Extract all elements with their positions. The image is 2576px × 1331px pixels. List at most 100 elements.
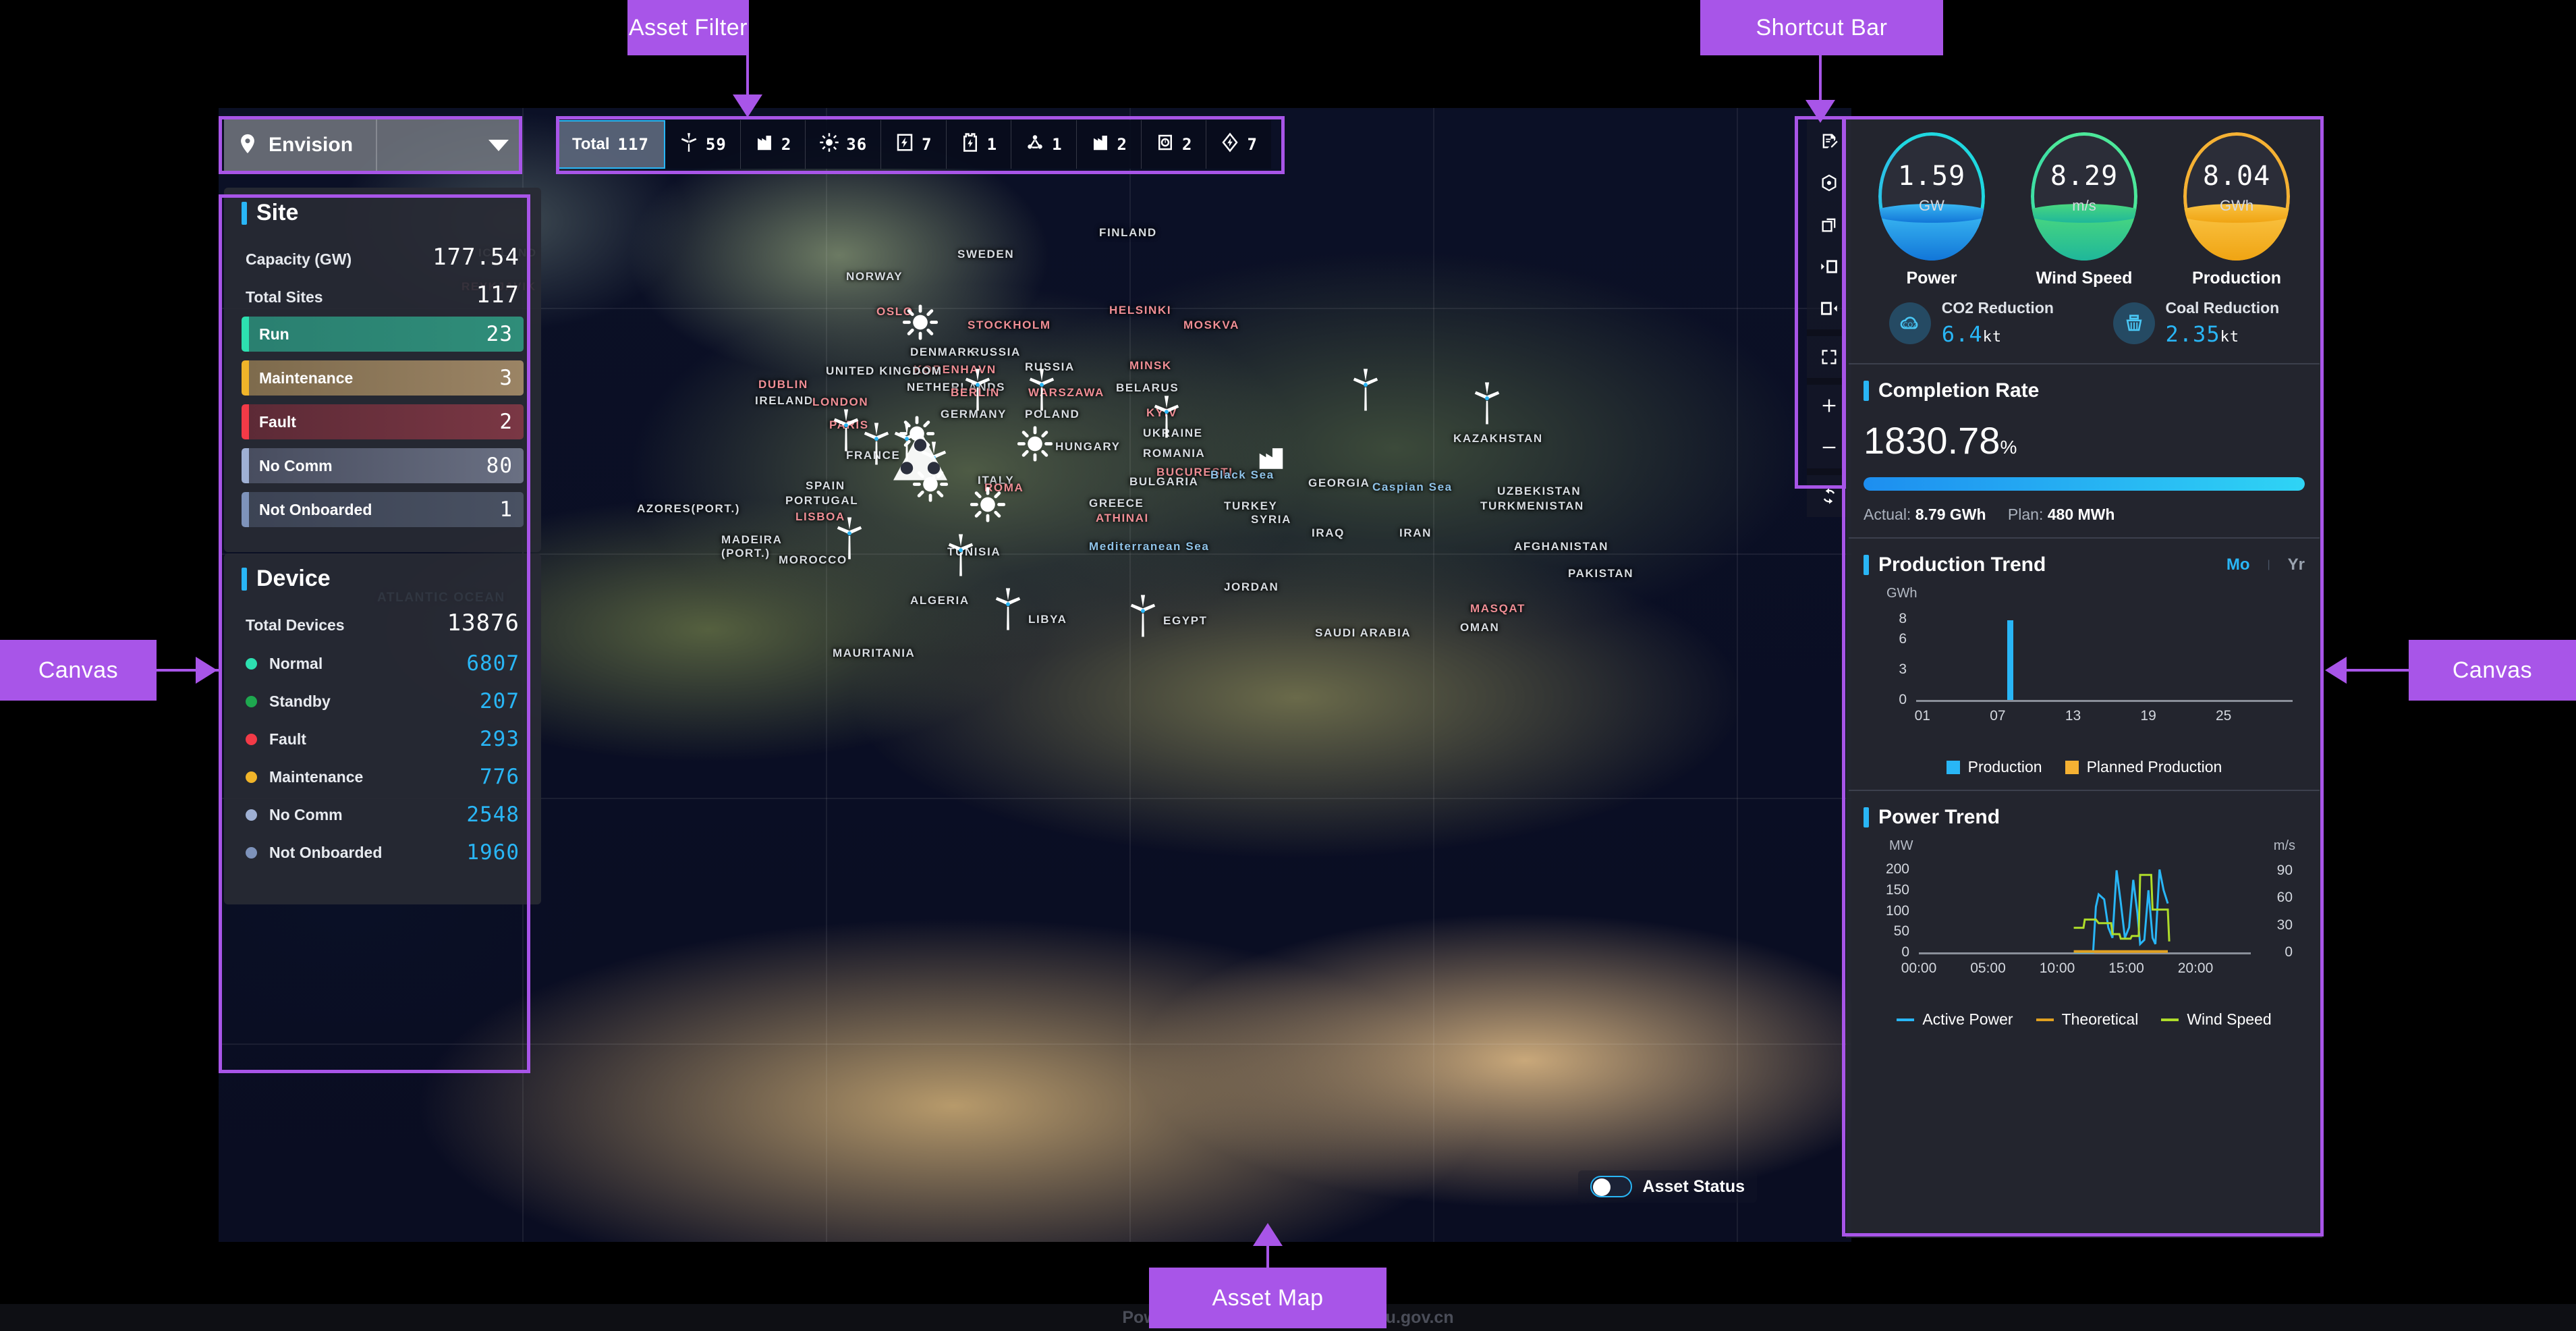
site-status-label: Not Onboarded: [259, 501, 372, 519]
map-label: HUNGARY: [1055, 440, 1121, 454]
production-range-year[interactable]: Yr: [2288, 555, 2305, 574]
production-trend-chart: GWh03680107131925: [1864, 586, 2305, 731]
asset-filter-item-storage[interactable]: 7: [881, 120, 946, 169]
shortcut-bar[interactable]: [1807, 120, 1851, 517]
annotation-canvas-right-arrow: [2325, 657, 2347, 684]
annotation-canvas-left-arrow: [196, 657, 217, 684]
map-label: STOCKHOLM: [968, 319, 1051, 332]
map-marker-wind-turbine-icon[interactable]: [1151, 396, 1182, 441]
co2-reduction: CO2 CO2 Reduction 6.4kt: [1889, 299, 2054, 347]
map-label: MOSKVA: [1183, 319, 1239, 332]
device-status-row[interactable]: Standby207: [242, 682, 524, 720]
hexagon-target-icon[interactable]: [1807, 162, 1851, 204]
zoom-out-icon[interactable]: [1807, 427, 1851, 468]
site-status-list[interactable]: Run23 Maintenance3 Fault2 No Comm80 Not Onbo…: [242, 317, 524, 527]
production-chart-bar: [2007, 620, 2013, 701]
asset-filter-count-meter: 2: [1182, 135, 1192, 154]
device-status-row[interactable]: Normal6807: [242, 645, 524, 682]
zoom-in-icon[interactable]: [1807, 385, 1851, 427]
production-range-month[interactable]: Mo: [2227, 555, 2250, 574]
wind-turbine-icon: [679, 132, 699, 157]
production-trend-block: Production Trend Mo | Yr GWh036801071319…: [1846, 539, 2322, 790]
legend-wind-speed: Wind Speed: [2187, 1010, 2271, 1029]
asset-filter-item-wind[interactable]: 59: [665, 120, 741, 169]
accent-bar-icon: [1864, 381, 1869, 401]
chevron-down-icon[interactable]: [488, 140, 509, 151]
svg-text:CO2: CO2: [1903, 321, 1917, 329]
map-marker-wind-turbine-icon[interactable]: [1127, 595, 1158, 641]
asset-filter-item-building[interactable]: 2: [1077, 120, 1142, 169]
site-status-value: 23: [486, 322, 513, 346]
site-status-row[interactable]: Run23: [242, 317, 524, 352]
fullscreen-icon[interactable]: [1807, 336, 1851, 378]
panel-collapse-right-icon[interactable]: [1807, 288, 1851, 329]
map-marker-cluster-icon[interactable]: [889, 427, 951, 492]
gauge-power[interactable]: 1.59 GW Power: [1878, 132, 1985, 288]
map-label: ROMANIA: [1143, 447, 1205, 460]
map-marker-wind-turbine-icon[interactable]: [1350, 369, 1381, 414]
site-status-row[interactable]: Fault2: [242, 404, 524, 439]
solar-icon: [819, 132, 839, 157]
status-dot-icon: [246, 734, 257, 745]
map-label: SWEDEN: [957, 248, 1014, 261]
asset-status-label: Asset Status: [1643, 1177, 1745, 1197]
map-marker-wind-turbine-icon[interactable]: [945, 535, 976, 580]
map-label: TURKEY: [1224, 499, 1278, 513]
map-marker-wind-turbine-icon[interactable]: [962, 369, 993, 414]
device-status-row[interactable]: No Comm2548: [242, 796, 524, 834]
map-marker-wind-turbine-icon[interactable]: [861, 423, 892, 468]
map-marker-solar-icon[interactable]: [903, 305, 938, 344]
map-marker-solar-icon[interactable]: [1017, 427, 1053, 465]
map-label: Caspian Sea: [1372, 481, 1453, 494]
asset-status-toggle[interactable]: Asset Status: [1578, 1170, 1757, 1203]
production-trend-legend: Production Planned Production: [1864, 758, 2305, 776]
device-status-row[interactable]: Maintenance776: [242, 758, 524, 796]
power-trend-title: Power Trend: [1878, 806, 2000, 829]
map-marker-solar-icon[interactable]: [970, 487, 1005, 526]
site-status-row[interactable]: Maintenance3: [242, 360, 524, 396]
map-label: AFGHANISTAN: [1514, 540, 1608, 553]
asset-filter-item-meter[interactable]: 2: [1142, 120, 1206, 169]
map-marker-wind-turbine-icon[interactable]: [1026, 369, 1057, 414]
edit-note-icon[interactable]: [1807, 120, 1851, 162]
asset-filter-item-factory[interactable]: 2: [741, 120, 806, 169]
co2-cloud-icon: CO2: [1889, 302, 1931, 344]
device-status-row[interactable]: Not Onboarded1960: [242, 834, 524, 871]
asset-filter-bar[interactable]: Total 117 59 2 36 7 1 1 2: [556, 120, 1271, 169]
layers-icon[interactable]: [1807, 204, 1851, 246]
status-dot-icon: [246, 658, 257, 670]
power-chart-xtick: 20:00: [2178, 960, 2214, 977]
map-label: OMAN: [1460, 621, 1499, 634]
map-marker-wind-turbine-icon[interactable]: [831, 410, 862, 455]
asset-filter-total[interactable]: Total 117: [556, 120, 665, 169]
refresh-icon[interactable]: [1807, 475, 1851, 517]
site-status-row[interactable]: No Comm80: [242, 448, 524, 483]
map-label: SPAIN: [806, 479, 845, 493]
hydrogen-molecule-icon: [1025, 132, 1045, 157]
device-status-value: 1960: [466, 840, 520, 865]
device-status-row[interactable]: Fault293: [242, 720, 524, 758]
site-status-row[interactable]: Not Onboarded1: [242, 492, 524, 527]
map-label: TURKMENISTAN: [1480, 499, 1584, 513]
gauge-wind-speed[interactable]: 8.29 m/s Wind Speed: [2031, 132, 2137, 288]
site-status-label: Fault: [259, 413, 296, 431]
power-chart-xtick: 00:00: [1901, 960, 1937, 977]
site-picker[interactable]: Envision: [224, 119, 521, 171]
map-marker-wind-turbine-icon[interactable]: [834, 518, 865, 563]
status-dot-icon: [246, 809, 257, 821]
panel-collapse-left-icon[interactable]: [1807, 246, 1851, 288]
map-marker-factory-icon[interactable]: [1256, 442, 1287, 477]
map-marker-wind-turbine-icon[interactable]: [1472, 383, 1503, 428]
device-status-list[interactable]: Normal6807Standby207Fault293Maintenance7…: [242, 645, 524, 871]
asset-filter-item-energy-drop[interactable]: 7: [1206, 120, 1270, 169]
coal-reduction-value: 2.35: [2166, 321, 2220, 347]
map-marker-wind-turbine-icon[interactable]: [992, 589, 1024, 634]
toggle-switch[interactable]: [1590, 1176, 1632, 1197]
asset-filter-item-battery-charge[interactable]: 1: [947, 120, 1011, 169]
accent-bar-icon: [1864, 555, 1869, 575]
asset-filter-item-hydrogen[interactable]: 1: [1011, 120, 1076, 169]
device-status-value: 207: [480, 689, 520, 713]
coal-cart-icon: [2113, 302, 2155, 344]
gauge-production[interactable]: 8.04 GWh Production: [2183, 132, 2290, 288]
asset-filter-item-solar[interactable]: 36: [806, 120, 881, 169]
